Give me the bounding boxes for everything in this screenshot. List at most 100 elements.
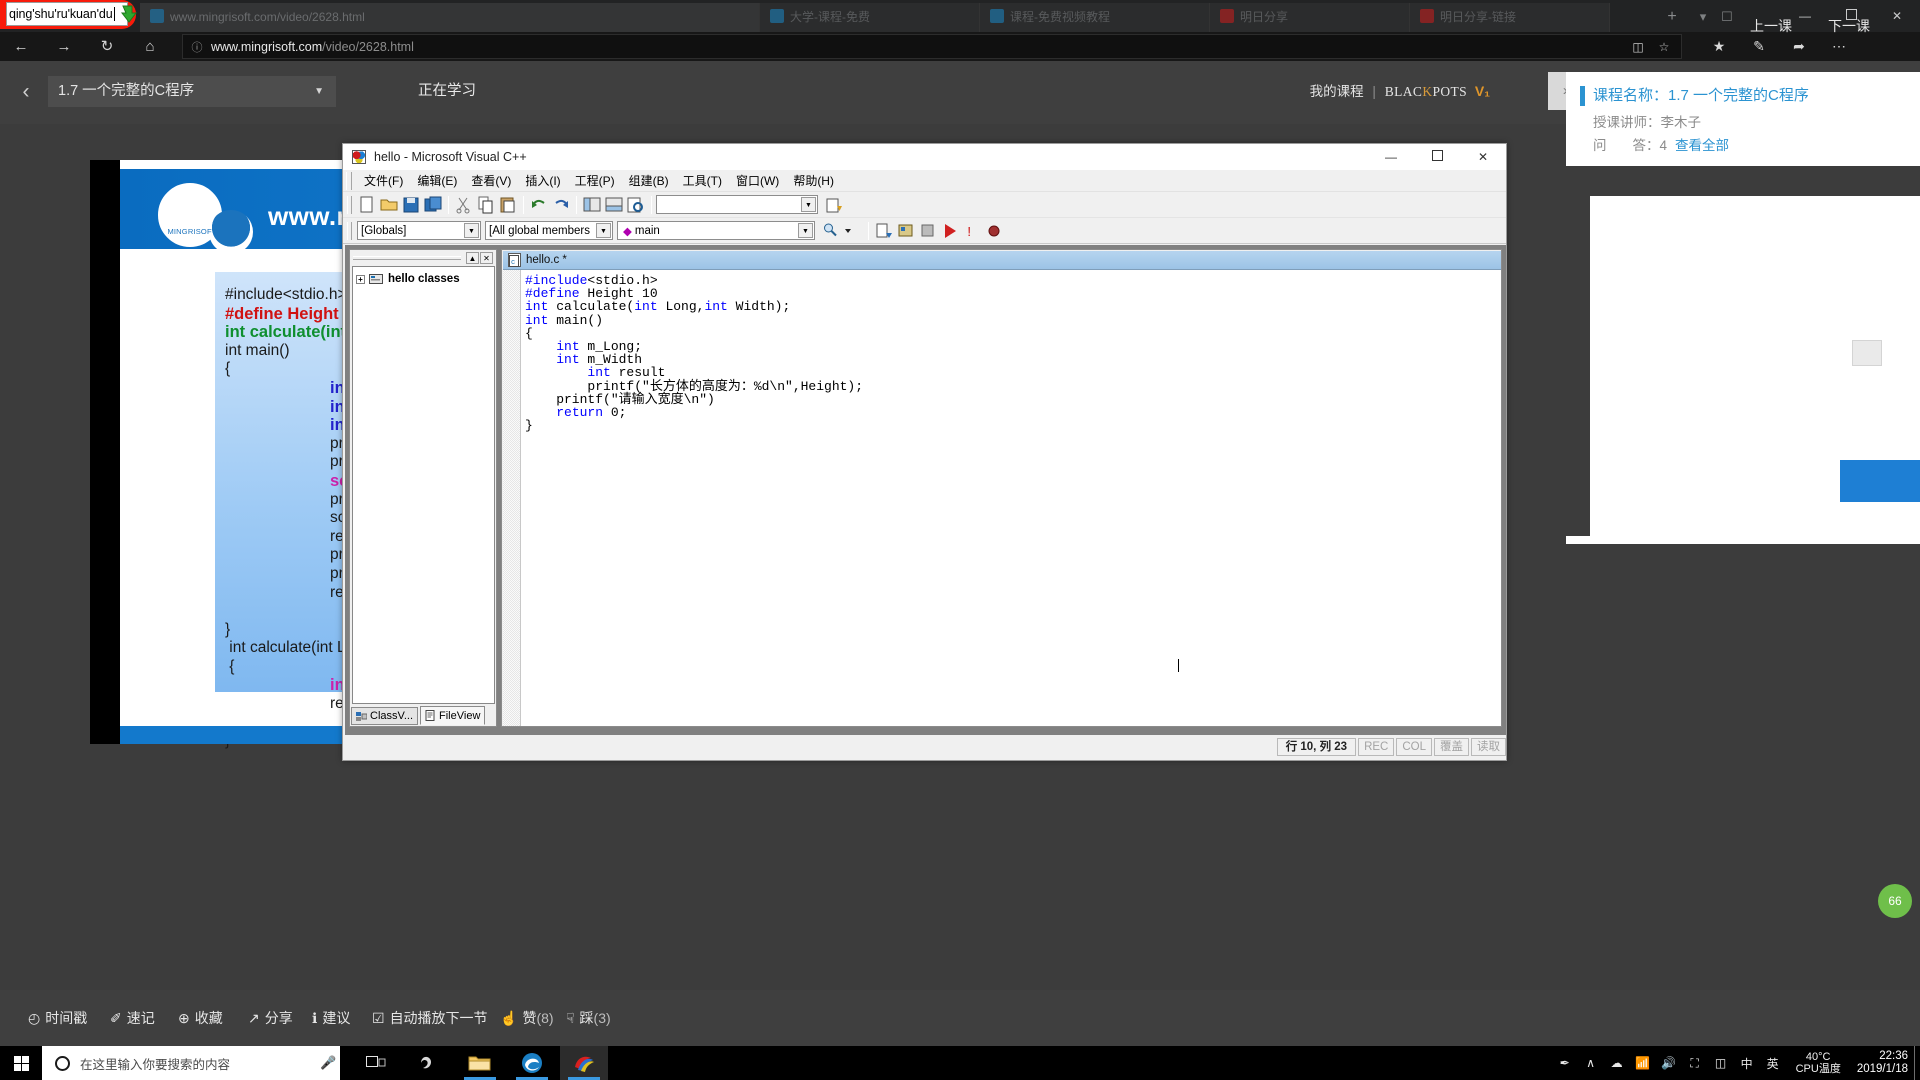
qa-view-all-link[interactable]: 查看全部 — [1667, 138, 1729, 153]
footer-item-分享[interactable]: ↗ 分享 — [248, 1006, 293, 1030]
home-icon[interactable]: ⌂ — [131, 32, 169, 61]
toolbar-grip[interactable] — [347, 195, 352, 214]
browser-tab-1[interactable]: 大学-课程-免费 — [760, 3, 980, 32]
vc-menu-2[interactable]: 查看(V) — [464, 170, 518, 191]
chevron-down-icon[interactable]: ▼ — [314, 76, 324, 107]
search-go-icon[interactable] — [824, 195, 844, 215]
vc-menu-1[interactable]: 编辑(E) — [410, 170, 464, 191]
chevron-down-icon[interactable]: ▼ — [798, 223, 813, 238]
restore-pane-icon[interactable]: ▲ — [466, 252, 479, 264]
browser-tab-strip[interactable]: www.mingrisoft.com/video/2628.html 大学-课程-… — [0, 0, 1920, 32]
ime-mode-icon[interactable] — [120, 4, 138, 24]
go-icon[interactable]: ! — [962, 221, 982, 241]
close-pane-icon[interactable]: ✕ — [480, 252, 493, 264]
new-tab-button[interactable]: + — [1660, 6, 1684, 28]
vc-title-bar[interactable]: hello - Microsoft Visual C++ — ✕ — [343, 144, 1506, 170]
favorite-star-icon[interactable]: ☆ — [1651, 40, 1677, 54]
address-bar[interactable]: ⓘ www.mingrisoft.com/video/2628.html ◫ ☆ — [182, 34, 1682, 59]
build-icon[interactable] — [896, 221, 916, 241]
vc-menu-bar[interactable]: 文件(F) 编辑(E) 查看(V) 插入(I) 工程(P) 组建(B) 工具(T) 窗口(W)… — [343, 170, 1506, 192]
undo-icon[interactable] — [529, 195, 549, 215]
right-panel-widget[interactable] — [1852, 340, 1882, 366]
windows-start-icon[interactable] — [0, 1046, 42, 1080]
footer-item-踩[interactable]: ☟ 踩(3) — [566, 1006, 611, 1030]
chevron-down-icon[interactable]: ▼ — [596, 223, 611, 238]
footer-item-自动播放下一节[interactable]: ☑ 自动播放下一节 — [372, 1006, 488, 1030]
battery-icon[interactable]: ⛶ — [1682, 1056, 1708, 1071]
taskbar-app-nvidia[interactable] — [404, 1046, 452, 1080]
tab-preview-icon[interactable]: ☐ — [1716, 6, 1738, 28]
browser-tab-0[interactable]: www.mingrisoft.com/video/2628.html — [140, 3, 760, 32]
vc-menu-7[interactable]: 窗口(W) — [729, 170, 786, 191]
back-arrow-icon[interactable]: ← — [2, 32, 40, 61]
more-icon[interactable]: ⋯ — [1820, 32, 1858, 61]
editor-selection-margin[interactable] — [503, 270, 521, 726]
vc-maximize-button[interactable] — [1414, 144, 1460, 170]
web-notes-icon[interactable]: ✎ — [1740, 32, 1778, 61]
back-chevron-icon[interactable]: ‹ — [10, 75, 42, 109]
site-info-icon[interactable]: ⓘ — [183, 39, 211, 55]
code-editor[interactable]: #include<stdio.h> #define Height 10 int ca… — [503, 269, 1501, 726]
footer-item-建议[interactable]: ℹ 建议 — [312, 1006, 350, 1030]
onedrive-icon[interactable]: ☁ — [1604, 1056, 1630, 1070]
tab-classview[interactable]: ClassV... — [351, 707, 419, 725]
tab-overflow-icon[interactable]: ▾ — [1692, 6, 1714, 28]
right-panel-action-button[interactable] — [1840, 460, 1920, 502]
show-desktop-button[interactable] — [1914, 1046, 1920, 1080]
search-magnifier-icon[interactable] — [821, 221, 841, 241]
volume-icon[interactable]: 🔊 — [1656, 1056, 1682, 1070]
prev-lesson-button[interactable]: 上一课 — [1750, 16, 1792, 36]
workspace-pane[interactable]: ▲ ✕ + hello classes ClassV... FileView — [349, 249, 497, 727]
taskbar-search-input[interactable]: 在这里输入你要搜索的内容 🎤 — [42, 1046, 340, 1080]
editor-code-text[interactable]: #include<stdio.h> #define Height 10 int ca… — [525, 274, 1495, 432]
insert-breakpoint-icon[interactable] — [984, 221, 1004, 241]
chevron-down-icon[interactable]: ▼ — [801, 197, 816, 212]
share-icon[interactable]: ➦ — [1780, 32, 1818, 61]
new-file-icon[interactable] — [357, 195, 377, 215]
ime-composition-box[interactable]: qing'shu'ru'kuan'du — [6, 2, 128, 26]
taskbar-app-visual-cpp[interactable] — [560, 1046, 608, 1080]
menubar-grip[interactable] — [346, 171, 352, 190]
browser-tab-3[interactable]: 明日分享 — [1210, 3, 1410, 32]
taskbar-app-edge[interactable] — [508, 1046, 556, 1080]
stop-build-icon[interactable] — [918, 221, 938, 241]
vc-standard-toolbar[interactable]: ▼ — [343, 192, 1506, 218]
footer-item-收藏[interactable]: ⊕ 收藏 — [178, 1006, 223, 1030]
vc-minimize-button[interactable]: — — [1368, 144, 1414, 170]
cpu-temperature-widget[interactable]: 40°C CPU温度 — [1786, 1051, 1851, 1075]
find-in-files-icon[interactable] — [626, 195, 646, 215]
output-window-icon[interactable] — [604, 195, 624, 215]
browser-close-button[interactable]: ✕ — [1874, 0, 1920, 32]
browser-tab-2[interactable]: 课程-免费视频教程 — [980, 3, 1210, 32]
paste-icon[interactable] — [498, 195, 518, 215]
toolbar-find-combo[interactable]: ▼ — [656, 195, 818, 214]
refresh-icon[interactable]: ↻ — [88, 32, 126, 61]
footer-item-时间戳[interactable]: ◴ 时间戳 — [28, 1006, 87, 1030]
toolbar-grip-2[interactable] — [347, 221, 352, 240]
forward-arrow-icon[interactable]: → — [45, 32, 83, 61]
footer-item-速记[interactable]: ✐ 速记 — [110, 1006, 155, 1030]
vc-menu-8[interactable]: 帮助(H) — [786, 170, 841, 191]
save-all-icon[interactable] — [423, 195, 443, 215]
vc-menu-5[interactable]: 组建(B) — [622, 170, 676, 191]
chapter-select[interactable]: 1.7 一个完整的C程序 ▼ — [48, 76, 336, 107]
reading-view-icon[interactable]: ◫ — [1625, 40, 1651, 54]
favorites-hub-icon[interactable]: ★ — [1700, 32, 1738, 61]
tab-fileview[interactable]: FileView — [420, 706, 486, 725]
misc-tray-icon[interactable]: ◫ — [1708, 1056, 1734, 1070]
next-lesson-button[interactable]: 下一课 — [1828, 16, 1870, 36]
ime-mode-indicator[interactable]: 英 — [1760, 1055, 1786, 1072]
open-icon[interactable] — [379, 195, 399, 215]
floating-help-widget[interactable]: 66 — [1878, 884, 1912, 918]
combo-members[interactable]: [All global members ▼ — [485, 221, 613, 240]
workspace-tree[interactable]: + hello classes — [352, 266, 495, 704]
chevron-up-icon[interactable]: ∧ — [1578, 1056, 1604, 1070]
network-icon[interactable]: 📶 — [1630, 1056, 1656, 1070]
execute-icon[interactable] — [940, 221, 960, 241]
vc-close-button[interactable]: ✕ — [1460, 144, 1506, 170]
taskbar-app-file-explorer[interactable] — [456, 1046, 504, 1080]
workspace-tabs[interactable]: ClassV... FileView — [351, 705, 496, 725]
footer-item-赞[interactable]: ☝ 赞(8) — [500, 1006, 554, 1030]
my-course-link[interactable]: 我的课程 — [1310, 84, 1364, 99]
compile-icon[interactable] — [874, 221, 894, 241]
